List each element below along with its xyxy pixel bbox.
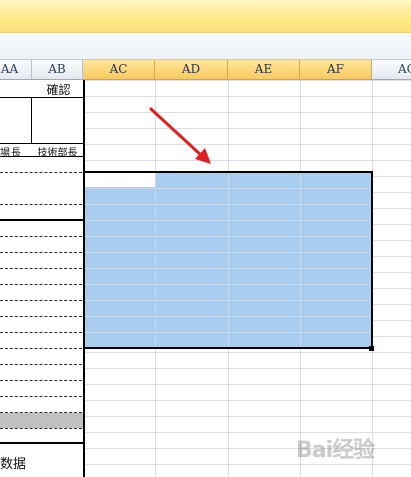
arrow-shaft (149, 107, 204, 158)
red-arrow-annotation (149, 107, 211, 164)
watermark-text: Bai经验 (296, 438, 375, 463)
baidu-jingyan-watermark: Bai经验 (296, 428, 406, 468)
